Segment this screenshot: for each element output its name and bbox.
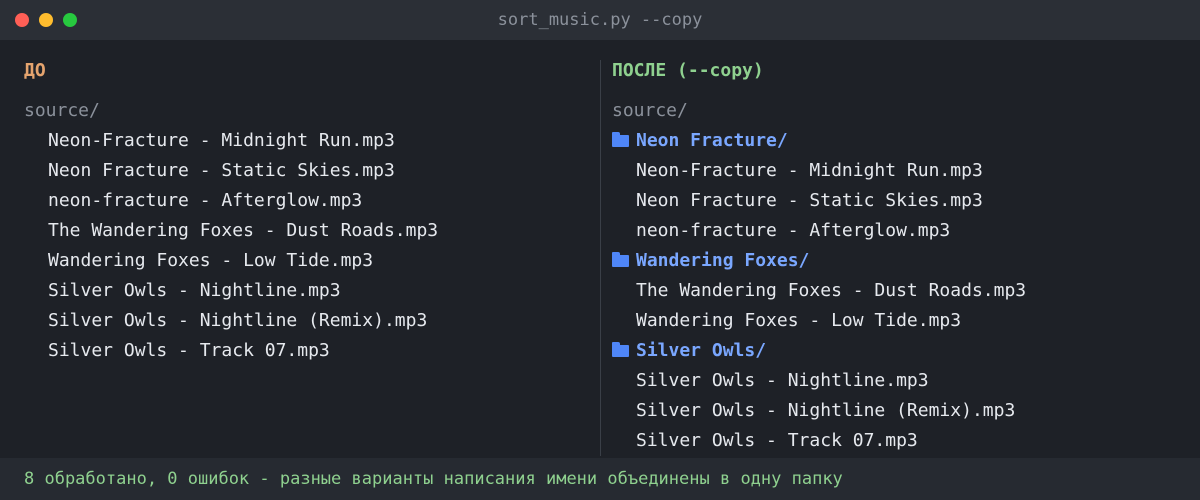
before-file: Silver Owls - Nightline.mp3	[48, 280, 341, 301]
after-file: Silver Owls - Nightline.mp3	[636, 370, 929, 391]
folder-name: Neon Fracture/	[636, 130, 788, 151]
folder-silver-owls: Silver Owls/	[612, 336, 1026, 366]
before-file: Silver Owls - Nightline (Remix).mp3	[48, 310, 428, 331]
after-panel: ПОСЛЕ (--copy) source/ Neon Fracture/ Ne…	[612, 58, 1026, 456]
before-file: Neon Fracture - Static Skies.mp3	[48, 160, 395, 181]
status-message: 8 обработано, 0 ошибок - разные варианты…	[24, 469, 843, 489]
after-file: Silver Owls - Nightline (Remix).mp3	[636, 400, 1016, 421]
folder-icon	[612, 342, 629, 357]
before-panel: ДО source/ Neon-Fracture - Midnight Run.…	[24, 58, 438, 366]
before-title: ДО	[24, 60, 46, 81]
folder-name: Wandering Foxes/	[636, 250, 810, 271]
folder-wandering-foxes: Wandering Foxes/	[612, 246, 1026, 276]
panel-divider	[600, 60, 601, 456]
after-title: ПОСЛЕ (--copy)	[612, 60, 764, 81]
after-file: Neon-Fracture - Midnight Run.mp3	[636, 160, 983, 181]
before-file: Silver Owls - Track 07.mp3	[48, 340, 330, 361]
title-bar: sort_music.py --copy	[0, 0, 1200, 40]
after-root-folder: source/	[612, 100, 688, 121]
after-file: Wandering Foxes - Low Tide.mp3	[636, 310, 962, 331]
before-file: Wandering Foxes - Low Tide.mp3	[48, 250, 374, 271]
after-file: The Wandering Foxes - Dust Roads.mp3	[636, 280, 1027, 301]
status-bar: 8 обработано, 0 ошибок - разные варианты…	[0, 458, 1200, 500]
folder-name: Silver Owls/	[636, 340, 767, 361]
after-file: Silver Owls - Track 07.mp3	[636, 430, 918, 451]
window-title: sort_music.py --copy	[497, 10, 703, 30]
before-file: neon-fracture - Afterglow.mp3	[48, 190, 363, 211]
after-file: Neon Fracture - Static Skies.mp3	[636, 190, 983, 211]
folder-icon	[612, 132, 629, 147]
after-file: neon-fracture - Afterglow.mp3	[636, 220, 951, 241]
terminal-window: sort_music.py --copy ДО source/ Neon-Fra…	[0, 0, 1200, 500]
before-file: The Wandering Foxes - Dust Roads.mp3	[48, 220, 439, 241]
folder-neon-fracture: Neon Fracture/	[612, 126, 1026, 156]
before-root-folder: source/	[24, 100, 100, 121]
folder-icon	[612, 252, 629, 267]
before-file: Neon-Fracture - Midnight Run.mp3	[48, 130, 395, 151]
